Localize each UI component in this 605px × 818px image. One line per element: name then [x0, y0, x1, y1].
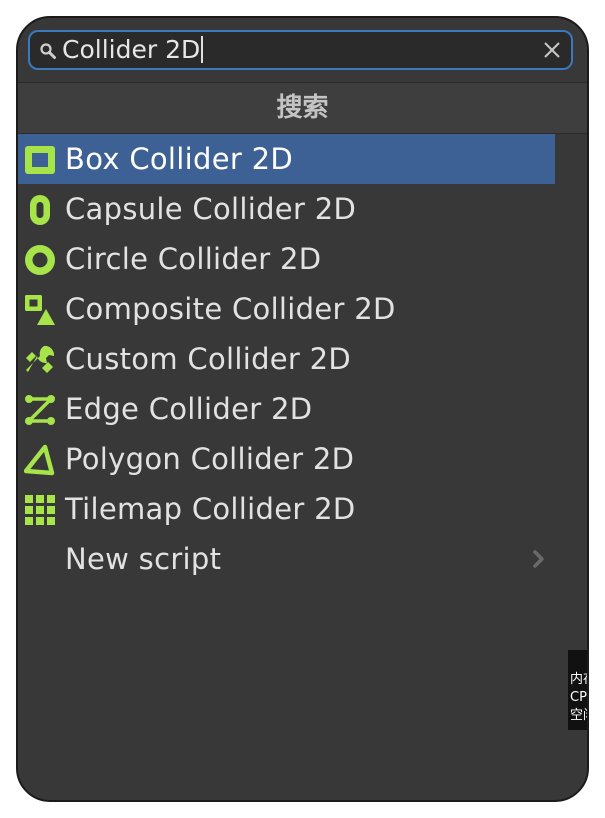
- list-item-label: Custom Collider 2D: [65, 342, 352, 376]
- search-icon: [40, 43, 56, 59]
- list-item-label: Polygon Collider 2D: [65, 442, 355, 476]
- polygon-collider-icon: [24, 444, 55, 476]
- list-item-new-script[interactable]: New script: [18, 534, 555, 584]
- box-collider-icon: [25, 146, 55, 174]
- tooltip-memory-label: 内存: [570, 672, 587, 687]
- list-item-edge-collider-2d[interactable]: Edge Collider 2D: [18, 384, 555, 434]
- search-input-value: Collider 2D: [62, 35, 201, 64]
- list-item-tilemap-collider-2d[interactable]: Tilemap Collider 2D: [18, 484, 555, 534]
- tooltip-cpu-label: CPU: [570, 690, 587, 705]
- list-item-capsule-collider-2d[interactable]: Capsule Collider 2D: [18, 184, 555, 234]
- list-item-composite-collider-2d[interactable]: Composite Collider 2D: [18, 284, 555, 334]
- list-item-label: Tilemap Collider 2D: [65, 492, 356, 526]
- list-item-box-collider-2d[interactable]: Box Collider 2D: [18, 134, 555, 184]
- list-item-label: Edge Collider 2D: [65, 392, 313, 426]
- header-title: 搜索: [276, 93, 329, 123]
- tilemap-collider-icon: [25, 495, 55, 525]
- list-item-label: New script: [65, 542, 222, 576]
- circle-collider-icon: [25, 245, 55, 275]
- text-caret: [201, 35, 204, 63]
- list-item-circle-collider-2d[interactable]: Circle Collider 2D: [18, 234, 555, 284]
- search-bar[interactable]: Collider 2D: [28, 30, 573, 70]
- edge-collider-icon: [24, 395, 56, 425]
- list-item-label: Box Collider 2D: [65, 142, 293, 176]
- list-item-custom-collider-2d[interactable]: Custom Collider 2D: [18, 334, 555, 384]
- list-item-label: Circle Collider 2D: [65, 242, 322, 276]
- custom-collider-icon: [26, 345, 55, 373]
- list-item-polygon-collider-2d[interactable]: Polygon Collider 2D: [18, 434, 555, 484]
- clear-icon[interactable]: [543, 41, 561, 59]
- composite-collider-icon: [25, 295, 55, 325]
- search-header: 搜索: [18, 82, 587, 134]
- search-input[interactable]: Collider 2D: [62, 34, 532, 66]
- system-stats-tooltip: 内存 CPU 空闲: [568, 650, 587, 730]
- capsule-collider-icon: [30, 195, 50, 225]
- tooltip-idle-label: 空闲: [570, 708, 587, 723]
- chevron-right-icon: [533, 550, 544, 568]
- list-item-label: Composite Collider 2D: [65, 292, 396, 326]
- add-component-popup: Collider 2D 搜索 Box Collider 2D Capsule C…: [16, 16, 589, 802]
- component-list: Box Collider 2D Capsule Collider 2D Circ…: [18, 134, 587, 584]
- list-item-label: Capsule Collider 2D: [65, 192, 357, 226]
